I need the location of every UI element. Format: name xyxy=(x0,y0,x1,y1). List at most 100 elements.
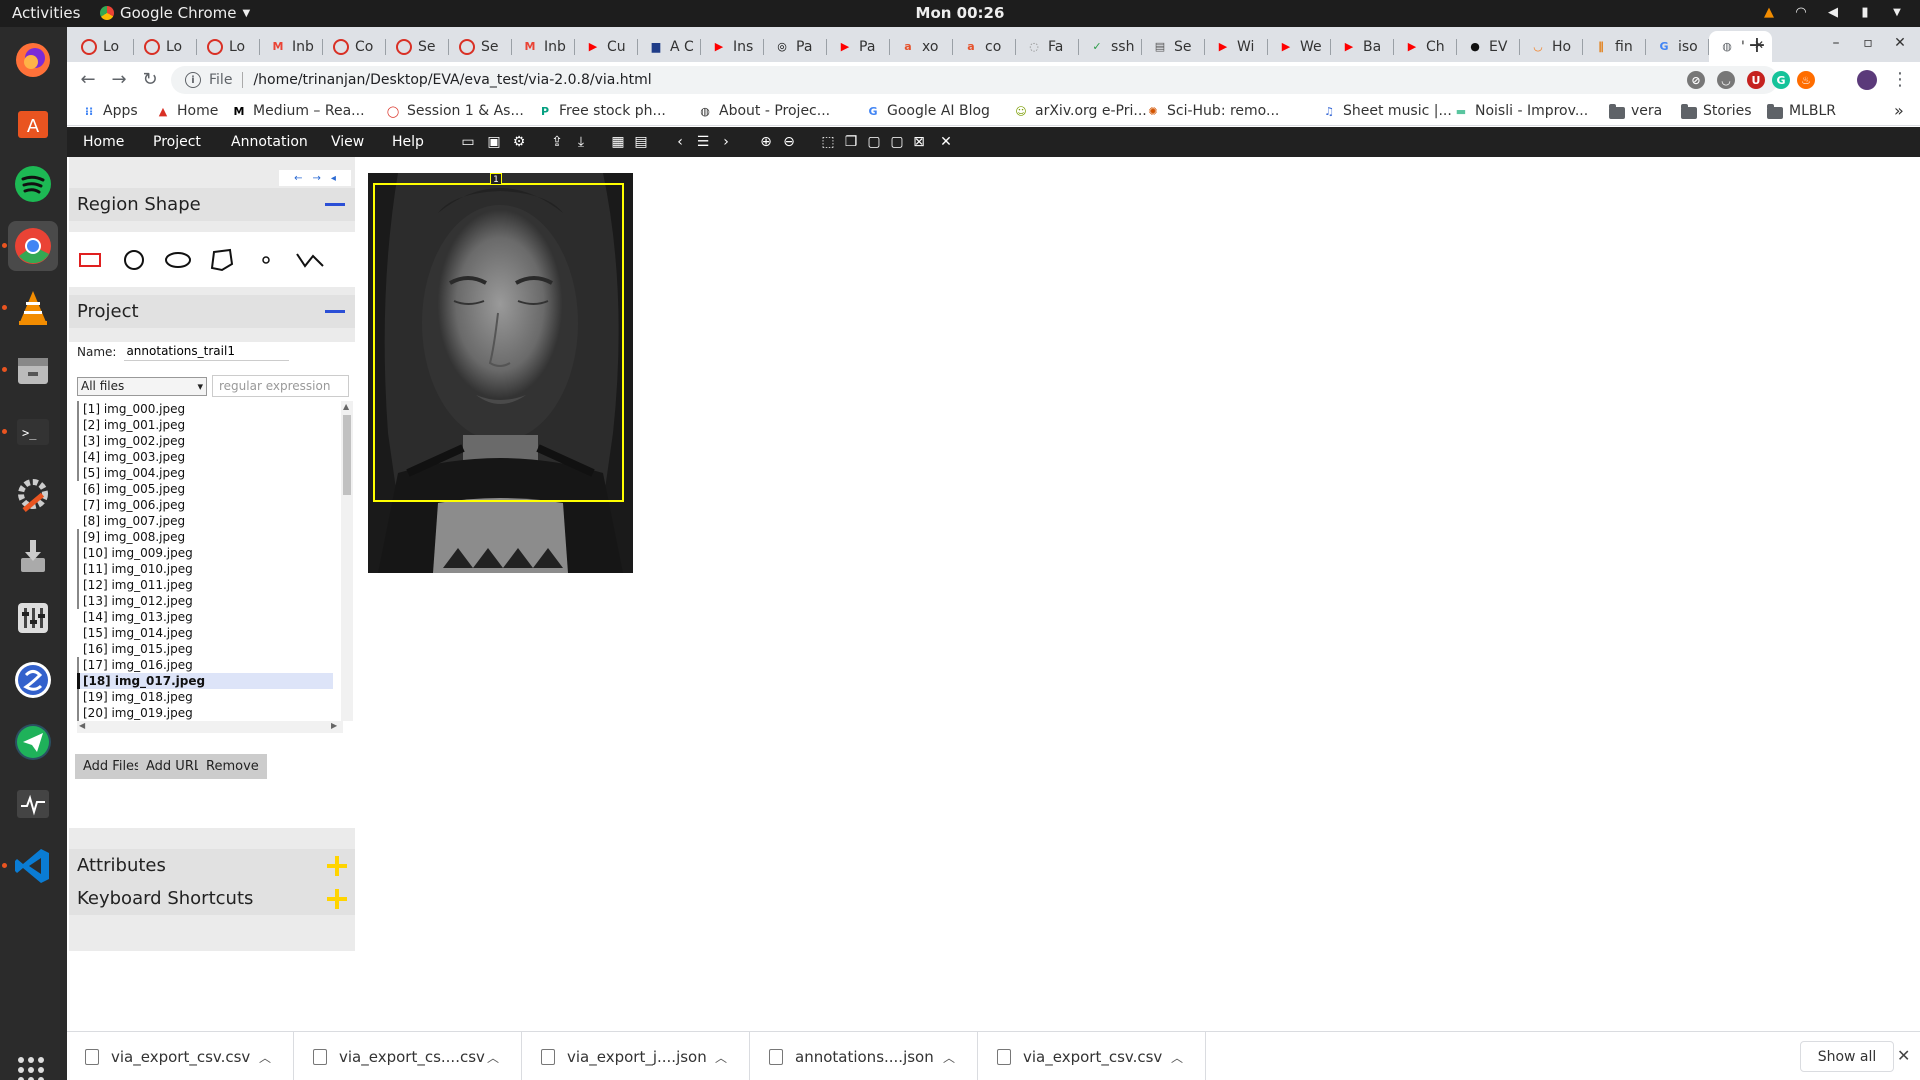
file-list-item[interactable]: [11] img_010.jpeg xyxy=(77,561,353,577)
reload-icon[interactable]: ↻ xyxy=(139,69,161,91)
file-list-item[interactable]: [1] img_000.jpeg xyxy=(77,401,353,417)
polyline-shape-icon[interactable] xyxy=(295,245,325,275)
tab[interactable]: ◎ Pa xyxy=(764,31,827,62)
tab[interactable]: ◡ Ho xyxy=(1520,31,1583,62)
bookmark-item[interactable]: ⁝⁝ Apps xyxy=(81,103,138,119)
forward-icon[interactable]: → xyxy=(108,69,130,91)
app-menu[interactable]: Google Chrome ▼ xyxy=(100,4,250,22)
block-extension-icon[interactable]: ⊘ xyxy=(1687,71,1705,89)
file-list-item[interactable]: [5] img_004.jpeg xyxy=(77,465,353,481)
chevron-down-icon[interactable]: ▼ xyxy=(1888,3,1906,21)
installer-icon[interactable] xyxy=(8,531,58,581)
project-name-input[interactable] xyxy=(124,342,290,361)
download-item[interactable]: annotations....json ︿ xyxy=(751,1032,978,1080)
tab[interactable]: a xo xyxy=(890,31,953,62)
info-icon[interactable]: i xyxy=(185,72,201,88)
terminal-icon[interactable]: >_ xyxy=(2,407,58,457)
mixer-icon[interactable] xyxy=(8,593,58,643)
chevron-up-icon[interactable]: ︿ xyxy=(259,1049,271,1066)
region-shape-header[interactable]: Region Shape xyxy=(69,188,355,221)
point-shape-icon[interactable] xyxy=(251,245,281,275)
upload-icon[interactable]: ⇪ xyxy=(548,133,566,151)
settings-tools-icon[interactable] xyxy=(8,469,58,519)
bookmark-item[interactable]: Stories xyxy=(1681,103,1752,119)
minimize-icon[interactable]: – xyxy=(1828,35,1844,51)
tab[interactable]: ● EV xyxy=(1457,31,1520,62)
bookmark-item[interactable]: vera xyxy=(1609,103,1662,119)
close-icon[interactable]: ✕ xyxy=(937,133,955,151)
bookmark-item[interactable]: G Google AI Blog xyxy=(865,103,989,119)
bookmark-item[interactable]: M Medium – Rea... xyxy=(231,103,365,119)
download-item[interactable]: via_export_csv.csv ︿ xyxy=(67,1032,294,1080)
menu-annotation[interactable]: Annotation xyxy=(231,134,308,150)
file-list-item[interactable]: [2] img_001.jpeg xyxy=(77,417,353,433)
file-list-item[interactable]: [7] img_006.jpeg xyxy=(77,497,353,513)
telegram-icon[interactable] xyxy=(8,717,58,767)
bookmark-item[interactable]: MLBLR xyxy=(1767,103,1836,119)
tab[interactable]: ▶ Cu xyxy=(575,31,638,62)
tab[interactable]: a co xyxy=(953,31,1016,62)
url-text[interactable]: /home/trinanjan/Desktop/EVA/eva_test/via… xyxy=(253,72,651,88)
gear-icon[interactable]: ⚙ xyxy=(510,133,528,151)
fire-extension-icon[interactable]: ♨ xyxy=(1797,71,1815,89)
bookmark-item[interactable]: P Free stock ph... xyxy=(537,103,666,119)
tab[interactable]: Lo xyxy=(197,31,260,62)
tab[interactable]: ◌ Fa xyxy=(1016,31,1079,62)
rectangle-shape-icon[interactable] xyxy=(75,245,105,275)
tab[interactable]: ▆ A C xyxy=(638,31,701,62)
file-list-item[interactable]: [15] img_014.jpeg xyxy=(77,625,353,641)
show-all-button[interactable]: Show all xyxy=(1800,1041,1894,1072)
vlc-icon[interactable] xyxy=(2,283,58,333)
new-tab-button[interactable]: + xyxy=(1745,33,1769,58)
clock[interactable]: Mon 00:26 xyxy=(916,4,1005,22)
open-folder-icon[interactable]: ▭ xyxy=(459,133,477,151)
tab[interactable]: ▤ Se xyxy=(1142,31,1205,62)
bookmark-item[interactable]: ✺ Sci-Hub: remo... xyxy=(1145,103,1279,119)
circle-shape-icon[interactable] xyxy=(119,245,149,275)
tab[interactable]: Giso xyxy=(1646,31,1709,62)
grid-view-icon[interactable]: ▦ xyxy=(609,133,627,151)
zoom-in-icon[interactable]: ⊕ xyxy=(757,133,775,151)
ublock-extension-icon[interactable]: U xyxy=(1747,71,1765,89)
tab[interactable]: ▶ We xyxy=(1268,31,1331,62)
spotify-icon[interactable] xyxy=(8,159,58,209)
chrome-menu-icon[interactable]: ⋮ xyxy=(1889,69,1911,91)
pocket-extension-icon[interactable]: ◡ xyxy=(1717,71,1735,89)
tab[interactable]: Se xyxy=(386,31,449,62)
download-icon[interactable]: ⤓ xyxy=(572,133,590,151)
menu-project[interactable]: Project xyxy=(153,134,201,150)
attributes-header[interactable]: Attributes xyxy=(69,849,355,882)
vscode-icon[interactable] xyxy=(2,841,58,891)
volume-icon[interactable]: ◀ xyxy=(1824,3,1842,21)
file-list-item[interactable]: [17] img_016.jpeg xyxy=(77,657,353,673)
address-bar[interactable]: i File /home/trinanjan/Desktop/EVA/eva_t… xyxy=(171,66,1778,94)
tab[interactable]: ▶ Pa xyxy=(827,31,890,62)
menu-help[interactable]: Help xyxy=(392,134,424,150)
expand-icon[interactable] xyxy=(327,856,347,876)
tab[interactable]: ▶ Ba xyxy=(1331,31,1394,62)
tab[interactable]: M Inb xyxy=(512,31,575,62)
download-item[interactable]: via_export_j....json ︿ xyxy=(523,1032,750,1080)
bookmark-item[interactable]: ◯ Session 1 & As... xyxy=(385,103,524,119)
paste-n-icon[interactable]: ▢ xyxy=(888,133,906,151)
menu-home[interactable]: Home xyxy=(83,134,124,150)
download-item[interactable]: via_export_csv.csv ︿ xyxy=(979,1032,1206,1080)
tab[interactable]: Lo xyxy=(134,31,197,62)
expand-icon[interactable] xyxy=(327,889,347,909)
copy-icon[interactable]: ❐ xyxy=(842,133,860,151)
save-icon[interactable]: ▣ xyxy=(485,133,503,151)
file-list-item[interactable]: [20] img_019.jpeg xyxy=(77,705,353,721)
tab[interactable]: ∥ fin xyxy=(1583,31,1646,62)
chevron-up-icon[interactable]: ︿ xyxy=(943,1049,955,1066)
chevron-up-icon[interactable]: ︿ xyxy=(487,1049,499,1066)
collapse-icon[interactable] xyxy=(325,310,345,313)
files-icon[interactable] xyxy=(2,345,58,395)
maximize-icon[interactable]: ▫ xyxy=(1860,35,1876,51)
file-list-item[interactable]: [12] img_011.jpeg xyxy=(77,577,353,593)
file-list-item[interactable]: [16] img_015.jpeg xyxy=(77,641,353,657)
file-list-item[interactable]: [14] img_013.jpeg xyxy=(77,609,353,625)
file-list-item-current[interactable]: [18] img_017.jpeg xyxy=(77,673,333,689)
close-window-icon[interactable]: ✕ xyxy=(1892,35,1908,51)
bookmark-item[interactable]: ▲ Home xyxy=(155,103,219,119)
file-list-scrollbar[interactable]: ▲ ▼ xyxy=(341,401,353,721)
